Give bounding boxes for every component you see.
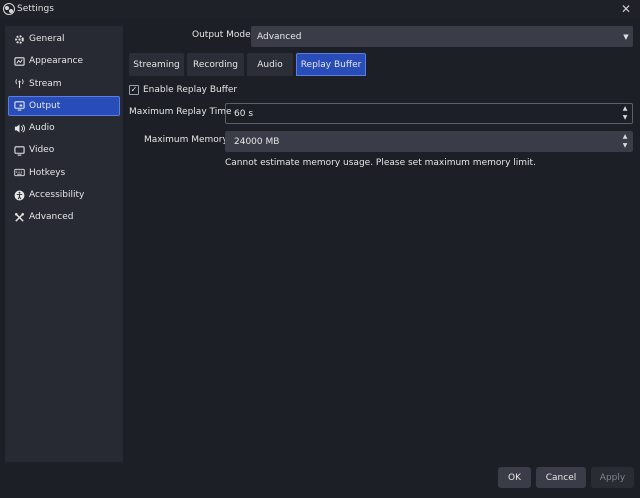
accessibility-icon [14,190,25,201]
apply-button[interactable]: Apply [591,467,634,488]
spin-arrows[interactable]: ▲ ▼ [620,133,630,150]
enable-replay-buffer-row[interactable]: ✓ Enable Replay Buffer [129,85,237,95]
monitor-output-icon [14,100,25,112]
chevron-up-icon[interactable]: ▲ [623,133,628,141]
output-mode-value: Advanced [257,31,302,42]
chevron-down-icon[interactable]: ▼ [623,142,628,150]
sidebar-item-stream[interactable]: Stream [8,74,120,94]
chevron-down-icon[interactable]: ▼ [623,114,628,122]
sidebar-item-label: Video [29,145,55,156]
settings-sidebar: General Appearance Stream Output Audio V… [5,26,123,462]
max-memory-label: Maximum Memory [144,135,228,145]
speaker-icon [14,123,25,134]
memory-note: Cannot estimate memory usage. Please set… [225,158,536,168]
sidebar-item-accessibility[interactable]: Accessibility [8,185,120,205]
broadcast-icon [14,78,25,89]
max-replay-time-spinbox[interactable]: 60 s ▲ ▼ [225,103,633,124]
output-mode-select[interactable]: Advanced ▼ [251,26,633,47]
output-tabs: Streaming Recording Audio Replay Buffer [129,53,369,76]
sidebar-item-hotkeys[interactable]: Hotkeys [8,163,120,183]
tab-streaming[interactable]: Streaming [129,53,184,76]
ok-button[interactable]: OK [498,467,531,488]
keyboard-icon [14,167,25,178]
sidebar-item-label: Hotkeys [29,167,66,178]
tools-icon [14,212,25,223]
sidebar-item-appearance[interactable]: Appearance [8,51,120,71]
enable-replay-buffer-label: Enable Replay Buffer [143,85,238,95]
sidebar-item-label: Stream [29,78,62,89]
tab-recording[interactable]: Recording [187,53,244,76]
max-memory-value: 24000 MB [234,136,280,147]
tab-audio[interactable]: Audio [247,53,293,76]
sidebar-item-output[interactable]: Output [8,95,120,116]
sidebar-item-label: General [29,34,65,44]
chevron-down-icon: ▼ [623,32,629,41]
max-memory-spinbox[interactable]: 24000 MB ▲ ▼ [225,131,633,152]
sidebar-item-label: Accessibility [29,190,85,201]
max-replay-time-value: 60 s [234,108,254,119]
output-mode-label: Output Mode [192,30,251,40]
enable-replay-buffer-checkbox[interactable]: ✓ [129,85,139,95]
sidebar-item-label: Advanced [29,212,74,223]
palette-icon [14,56,25,67]
gear-icon [14,34,25,45]
obs-logo-icon [3,3,15,15]
tab-replay-buffer[interactable]: Replay Buffer [296,53,366,76]
sidebar-item-label: Appearance [29,56,84,67]
sidebar-item-general[interactable]: General [8,29,120,49]
cancel-button[interactable]: Cancel [536,467,586,488]
title-bar: Settings ✕ [0,0,640,19]
sidebar-item-advanced[interactable]: Advanced [8,207,120,227]
close-button[interactable]: ✕ [618,2,634,16]
max-replay-time-label: Maximum Replay Time [129,107,232,117]
spin-arrows[interactable]: ▲ ▼ [620,105,630,122]
sidebar-item-label: Audio [29,123,55,134]
monitor-icon [14,145,25,156]
sidebar-item-video[interactable]: Video [8,140,120,160]
chevron-up-icon[interactable]: ▲ [623,105,628,113]
window-title: Settings [17,4,54,14]
sidebar-item-label: Output [29,100,61,111]
sidebar-item-audio[interactable]: Audio [8,118,120,138]
